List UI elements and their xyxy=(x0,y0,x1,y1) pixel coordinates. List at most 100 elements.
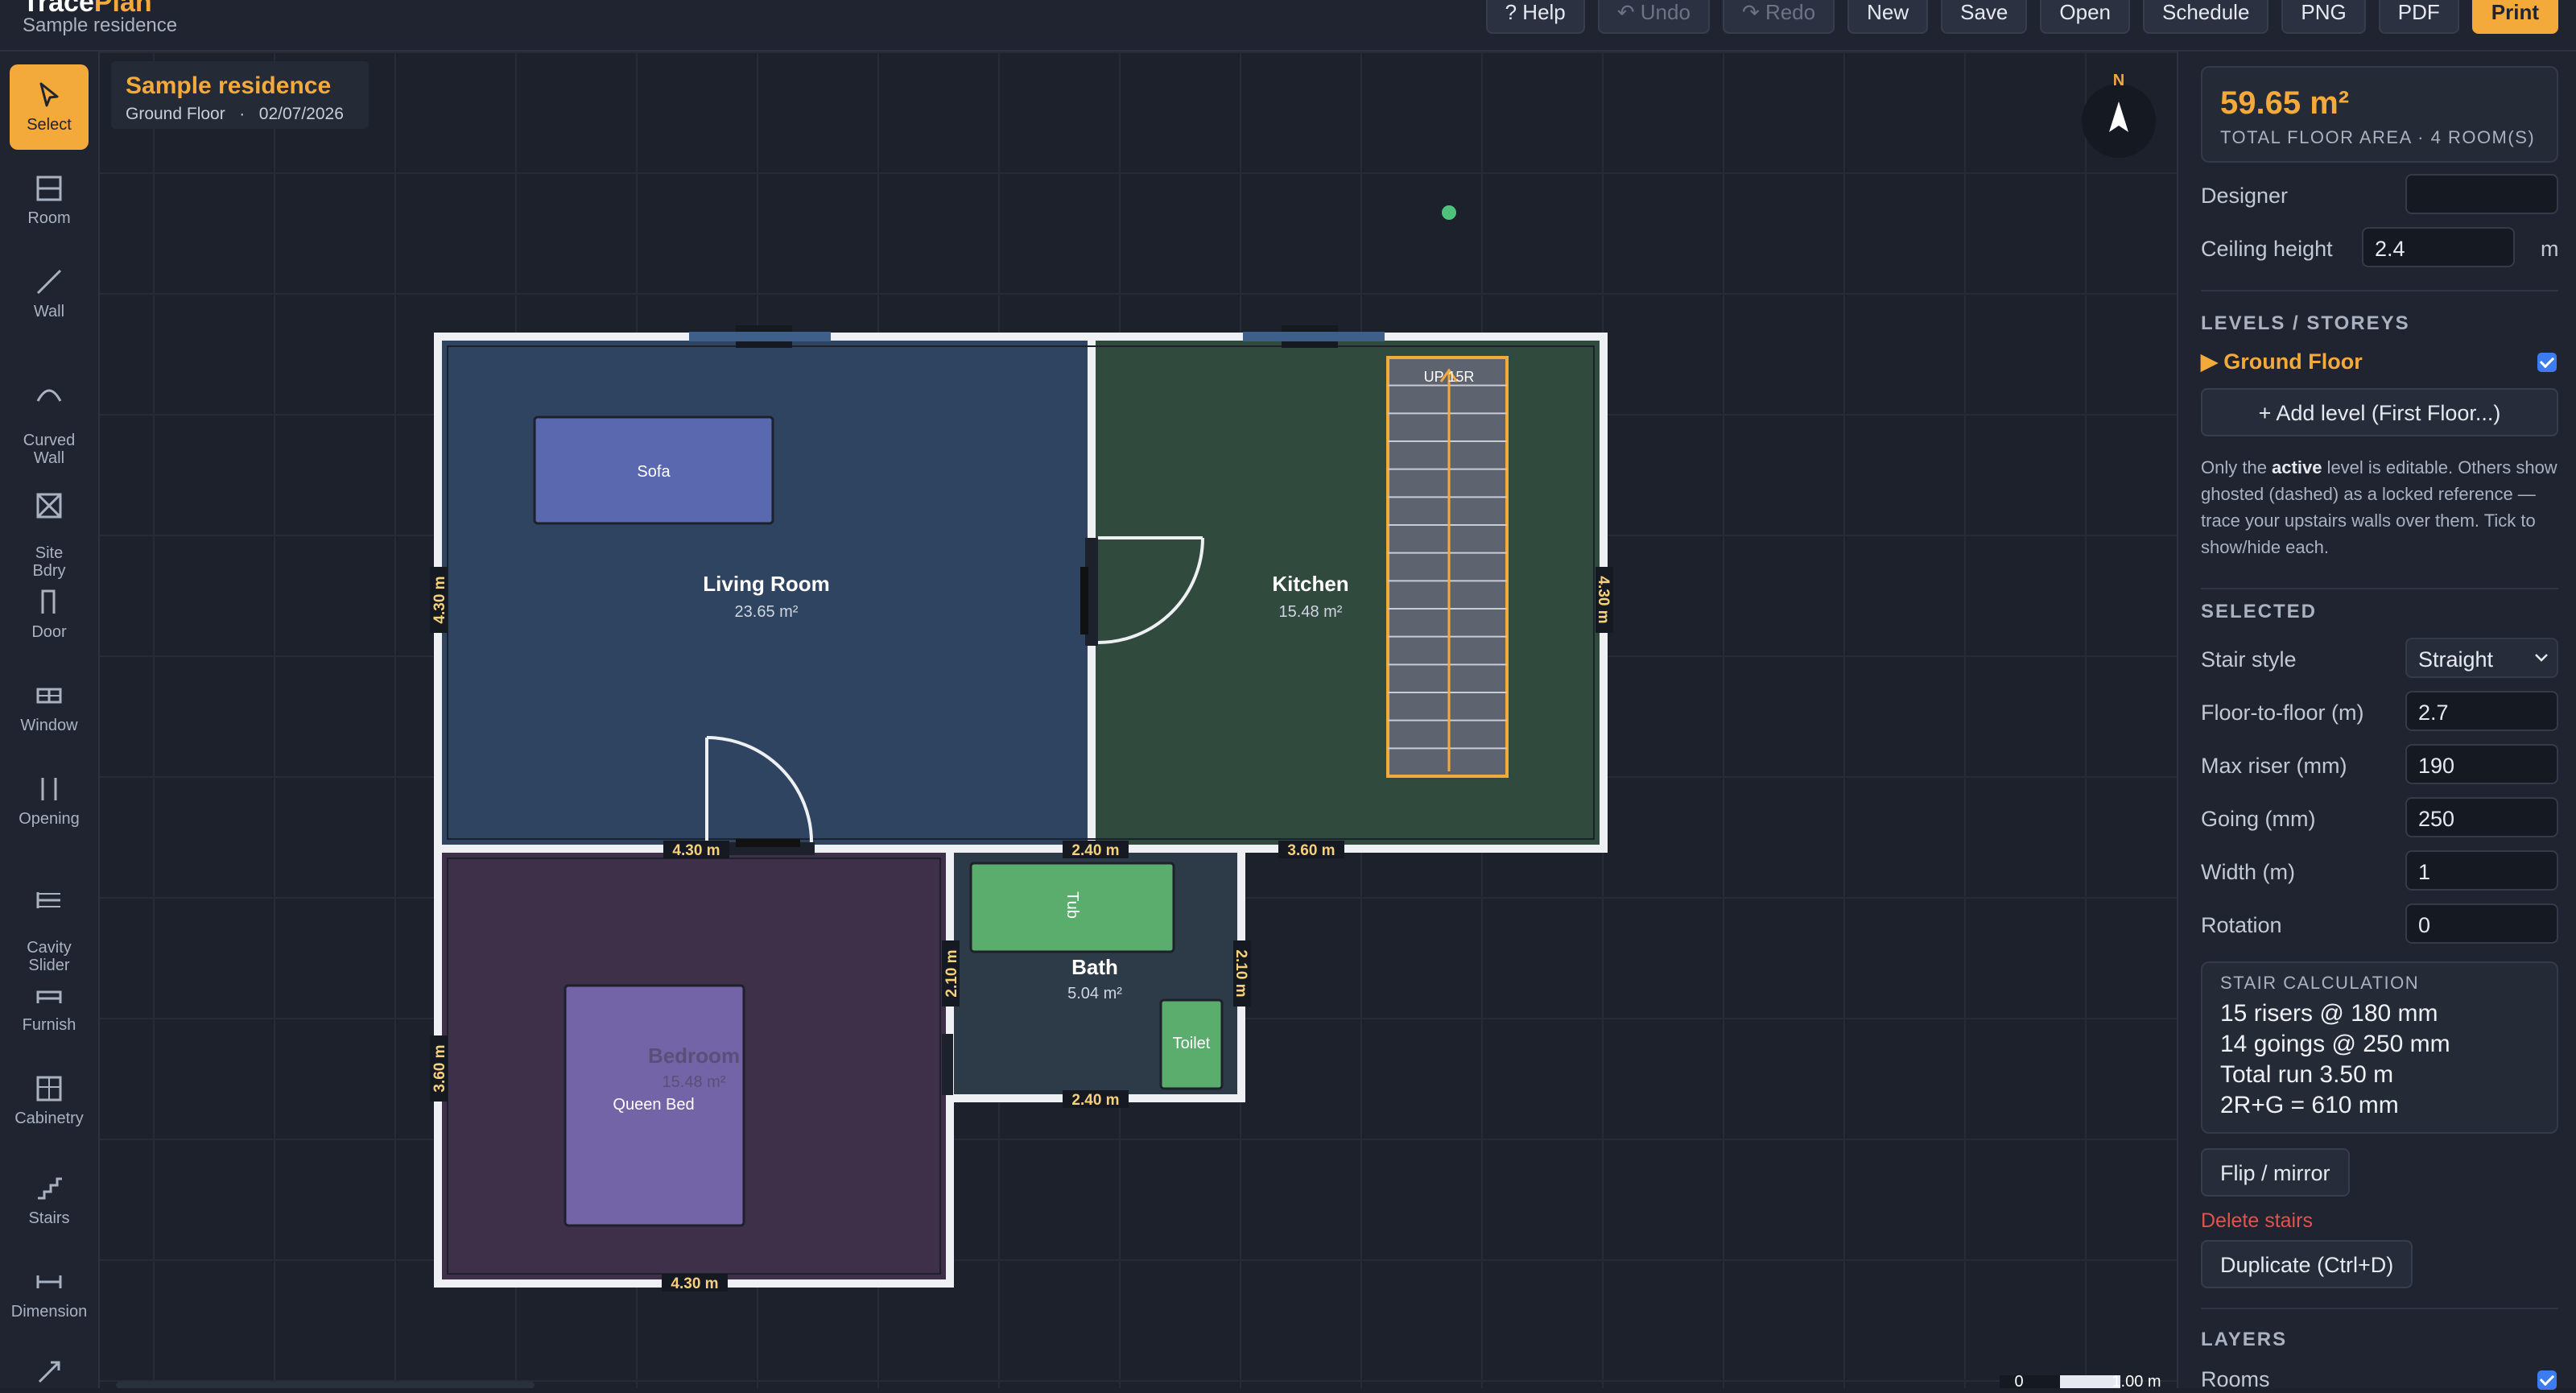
level-ground-floor[interactable]: ▶ Ground Floor xyxy=(2201,349,2363,374)
tool-label: Furnish xyxy=(22,1016,76,1034)
total-area-card: 59.65 m² TOTAL FLOOR AREA · 4 ROOM(S) xyxy=(2201,66,2558,163)
tool-label: Select xyxy=(27,116,72,134)
site-point-marker[interactable] xyxy=(1442,205,1456,220)
drawing-canvas[interactable]: Sofa Queen Bed Tub Toilet UP 15R Living … xyxy=(100,52,2177,1388)
tool-label: Room xyxy=(27,209,71,227)
schedule-button[interactable]: Schedule xyxy=(2143,0,2269,34)
tool-stairs[interactable]: Stairs xyxy=(10,1172,89,1227)
stair-calculation-lines: 15 risers @ 180 mm 14 goings @ 250 mm To… xyxy=(2220,998,2450,1121)
undo-button[interactable]: ↶ Undo xyxy=(1597,0,1710,34)
toilet-label: Toilet xyxy=(1173,1035,1211,1052)
furniture-queen-bed[interactable]: Queen Bed xyxy=(564,984,745,1227)
tool-label: Opening xyxy=(19,810,80,828)
tool-label: Site Bdry xyxy=(32,544,66,580)
help-button[interactable]: ? Help xyxy=(1485,0,1585,34)
tool-wall[interactable]: Wall xyxy=(10,266,89,320)
tool-label: Dimension xyxy=(10,1303,88,1321)
stair-style-select[interactable]: Straight xyxy=(2405,638,2558,678)
new-button[interactable]: New xyxy=(1847,0,1929,34)
level-visibility-checkbox[interactable] xyxy=(2537,353,2557,372)
diagonal-arrow-icon xyxy=(38,1361,60,1383)
stair-calculation-box: STAIR CALCULATION 15 risers @ 180 mm 14 … xyxy=(2201,961,2558,1134)
stair-style-label: Stair style xyxy=(2201,647,2297,672)
furniture-sofa[interactable]: Sofa xyxy=(533,415,774,525)
levels-heading: LEVELS / STOREYS xyxy=(2201,312,2410,334)
plan-level-date: Ground Floor · 02/07/2026 xyxy=(126,105,344,124)
redo-button[interactable]: ↷ Redo xyxy=(1722,0,1835,34)
dimension-label: 3.60 m xyxy=(1287,842,1335,859)
top-bar: TracePlan Sample residence ? Help ↶ Undo… xyxy=(0,0,2576,52)
cabinet-icon xyxy=(36,1076,62,1102)
ceiling-height-input[interactable]: 2.4 xyxy=(2362,227,2515,267)
sofa-label: Sofa xyxy=(637,463,671,481)
tool-dimension[interactable]: Dimension xyxy=(10,1266,89,1321)
room-area-bedroom: 15.48 m² xyxy=(663,1073,726,1091)
furniture-tub[interactable]: Tub xyxy=(969,862,1175,953)
tool-measure[interactable] xyxy=(10,1356,89,1393)
divider xyxy=(2201,290,2558,291)
tool-window[interactable]: Window xyxy=(10,680,89,734)
divider xyxy=(2201,588,2558,589)
tool-opening[interactable]: Opening xyxy=(10,773,89,828)
canvas-status-strip xyxy=(116,1382,535,1388)
width-input[interactable]: 1 xyxy=(2405,850,2558,891)
designer-input[interactable] xyxy=(2405,174,2558,214)
export-png-button[interactable]: PNG xyxy=(2281,0,2366,34)
tool-label: Window xyxy=(20,717,78,734)
tool-room[interactable]: Room xyxy=(10,172,89,227)
room-area-bath: 5.04 m² xyxy=(1067,985,1122,1002)
floor-to-floor-input[interactable]: 2.7 xyxy=(2405,691,2558,731)
stair-direction-label: UP 15R xyxy=(1424,369,1475,385)
tool-label: Cabinetry xyxy=(14,1110,84,1127)
duplicate-button[interactable]: Duplicate (Ctrl+D) xyxy=(2201,1240,2413,1288)
tool-label: Door xyxy=(31,623,67,641)
room-name-bedroom: Bedroom xyxy=(648,1044,740,1068)
add-level-button[interactable]: + Add level (First Floor...) xyxy=(2201,388,2558,436)
layers-heading: LAYERS xyxy=(2201,1329,2288,1350)
delete-stairs-link[interactable]: Delete stairs xyxy=(2201,1209,2313,1233)
flip-mirror-button[interactable]: Flip / mirror xyxy=(2201,1148,2350,1197)
max-riser-input[interactable]: 190 xyxy=(2405,744,2558,784)
door-icon xyxy=(41,589,56,614)
tool-door[interactable]: Door xyxy=(10,586,89,641)
scale-zero-label: 0 xyxy=(2014,1373,2023,1388)
room-area-living: 23.65 m² xyxy=(735,603,799,621)
room-area-kitchen: 15.48 m² xyxy=(1279,603,1343,621)
dimension-label: 4.30 m xyxy=(672,842,720,859)
open-button[interactable]: Open xyxy=(2040,0,2130,34)
floor-plan[interactable]: Sofa Queen Bed Tub Toilet UP 15R Living … xyxy=(100,52,2177,1388)
tool-select[interactable]: Select xyxy=(10,64,89,150)
total-area-value: 59.65 m² xyxy=(2220,85,2350,121)
stairs-selected[interactable]: UP 15R xyxy=(1386,356,1509,778)
curve-icon xyxy=(36,389,62,402)
export-pdf-button[interactable]: PDF xyxy=(2378,0,2459,34)
furniture-toilet[interactable]: Toilet xyxy=(1159,998,1224,1090)
plan-info-box: Sample residence Ground Floor · 02/07/20… xyxy=(111,61,369,129)
going-input[interactable]: 250 xyxy=(2405,797,2558,837)
cursor-icon xyxy=(39,82,59,107)
tool-sidebar: Select Room Wall Curved Wall Site Bdry D… xyxy=(0,52,100,1388)
tool-furnish[interactable]: Furnish xyxy=(10,979,89,1034)
tool-site-boundary[interactable]: Site Bdry xyxy=(10,472,89,580)
north-compass: N xyxy=(2082,72,2156,158)
window-icon xyxy=(36,688,62,704)
save-button[interactable]: Save xyxy=(1941,0,2028,34)
stair-style-value: Straight xyxy=(2418,647,2494,672)
print-button[interactable]: Print xyxy=(2471,0,2558,34)
tool-label: Curved Wall xyxy=(23,432,76,467)
door-bedroom-bath[interactable] xyxy=(942,1034,953,1095)
tool-label: Wall xyxy=(33,303,65,320)
rotation-input[interactable]: 0 xyxy=(2405,903,2558,944)
dimension-label: 4.30 m xyxy=(431,576,448,623)
max-riser-label: Max riser (mm) xyxy=(2201,754,2347,778)
dimension-label: 3.60 m xyxy=(431,1044,448,1092)
dimension-label: 4.30 m xyxy=(1595,576,1612,623)
tool-cavity-slider[interactable]: Cavity Slider xyxy=(10,866,89,974)
top-button-group: ? Help ↶ Undo ↷ Redo New Save Open Sched… xyxy=(1485,0,2558,34)
tool-label: Cavity Slider xyxy=(27,939,72,974)
layer-rooms-checkbox[interactable] xyxy=(2537,1370,2557,1390)
width-label: Width (m) xyxy=(2201,860,2295,884)
tool-curved-wall[interactable]: Curved Wall xyxy=(10,359,89,467)
tool-cabinetry[interactable]: Cabinetry xyxy=(10,1073,89,1127)
designer-label: Designer xyxy=(2201,184,2289,208)
